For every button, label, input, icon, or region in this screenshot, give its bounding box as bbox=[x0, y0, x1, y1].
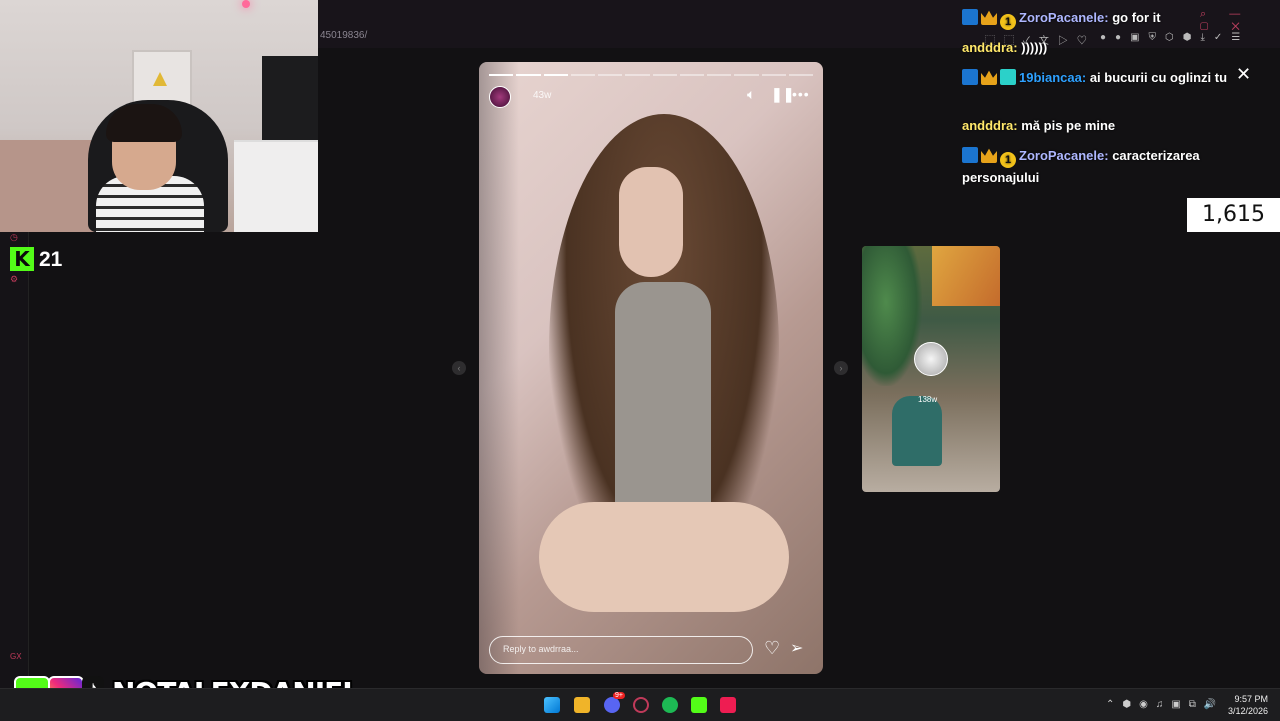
heart-icon[interactable]: ♡ bbox=[764, 638, 780, 659]
next-story-roof bbox=[932, 246, 1000, 306]
chat-badge-icon bbox=[981, 10, 997, 25]
opera-gx-sidebar bbox=[0, 232, 29, 688]
story-progress-segment bbox=[734, 74, 759, 76]
chat-badge-icon bbox=[981, 70, 997, 85]
windows-taskbar: 9+ ⌃⬢◉♫▣⧉🔊 9:57 PM 3/12/2026 bbox=[0, 688, 1280, 721]
chat-username[interactable]: andddra: bbox=[962, 118, 1021, 133]
webcam-feed bbox=[0, 0, 318, 232]
next-story-thumbnail[interactable]: 138w bbox=[862, 246, 1000, 492]
story-progress-segment bbox=[516, 74, 541, 76]
story-reply-input[interactable]: Reply to awdrraa... bbox=[489, 636, 753, 664]
tiktok-icon[interactable] bbox=[720, 697, 736, 713]
next-story-arrow[interactable]: › bbox=[834, 361, 848, 375]
gx-logo-icon[interactable]: GX bbox=[10, 652, 22, 661]
viewer-count: 1,615 bbox=[1187, 198, 1280, 232]
story-progress-segment bbox=[598, 74, 623, 76]
url-fragment: 45019836/ bbox=[320, 30, 368, 41]
chat-username[interactable]: ZoroPacanele: bbox=[1019, 148, 1112, 163]
clock-time[interactable]: 9:57 PM bbox=[1228, 694, 1268, 704]
discord-icon[interactable] bbox=[604, 697, 620, 713]
chat-badge-icon bbox=[962, 9, 978, 25]
discord-badge: 9+ bbox=[613, 692, 625, 699]
chat-badge-icon bbox=[962, 69, 978, 85]
story-progress-segment bbox=[652, 74, 677, 76]
chat-text: ai bucurii cu oglinzi tu bbox=[1089, 70, 1228, 85]
spotify-icon[interactable] bbox=[662, 697, 678, 713]
next-story-timestamp: 138w bbox=[918, 395, 938, 404]
story-progress-segment bbox=[679, 74, 704, 76]
chat-username[interactable]: ZoroPacanele: bbox=[1019, 10, 1112, 25]
story-progress-segment bbox=[543, 74, 568, 76]
story-progress-segment bbox=[788, 74, 813, 76]
chat-message: 1 ZoroPacanele: caracterizarea personajul… bbox=[962, 146, 1262, 188]
chat-message: andddra: )))))) bbox=[962, 38, 1262, 58]
pause-icon[interactable]: ❚❚ bbox=[771, 86, 794, 103]
next-story-plant bbox=[862, 246, 922, 386]
chat-badge-icon: 1 bbox=[1000, 152, 1016, 168]
story-progress-segment bbox=[570, 74, 595, 76]
story-progress-segment bbox=[489, 74, 514, 76]
ellipsis-icon[interactable]: ••• bbox=[792, 86, 810, 102]
chat-text: go for it bbox=[1112, 10, 1161, 25]
story-viewer[interactable]: 43w 🔈︎ ❚❚ ••• Reply to awdrraa... ♡ ➢ bbox=[479, 62, 823, 674]
reply-placeholder: Reply to awdrraa... bbox=[503, 644, 579, 654]
chat-message: 1 ZoroPacanele: go for it bbox=[962, 8, 1262, 30]
windows-start-icon[interactable] bbox=[544, 697, 560, 713]
streamer-hair bbox=[106, 104, 182, 142]
story-avatar[interactable] bbox=[489, 86, 511, 108]
previous-story-arrow[interactable]: ‹ bbox=[452, 361, 466, 375]
ceiling-light bbox=[242, 0, 250, 8]
story-subject-arms bbox=[539, 502, 789, 612]
story-progress-segment bbox=[707, 74, 732, 76]
next-story-avatar bbox=[914, 342, 948, 376]
file-explorer-icon[interactable] bbox=[574, 697, 590, 713]
story-shadow bbox=[479, 62, 519, 674]
chat-message: 19biancaa: ai bucurii cu oglinzi tu bbox=[962, 68, 1262, 88]
clock-date[interactable]: 3/12/2026 bbox=[1222, 706, 1268, 716]
next-story-chair bbox=[892, 396, 942, 466]
chat-badge-icon bbox=[962, 147, 978, 163]
chat-text: )))))) bbox=[1021, 40, 1048, 55]
chat-username[interactable]: andddra: bbox=[962, 40, 1021, 55]
send-icon[interactable]: ➢ bbox=[790, 638, 803, 658]
kick-logo-icon: K bbox=[10, 247, 34, 271]
story-header: 43w 🔈︎ ❚❚ ••• bbox=[489, 86, 813, 108]
story-timestamp: 43w bbox=[533, 90, 552, 101]
chat-username[interactable]: 19biancaa: bbox=[1019, 70, 1090, 85]
opera-gx-icon[interactable] bbox=[633, 697, 649, 713]
chat-message: andddra: mă pis pe mine bbox=[962, 116, 1262, 136]
story-subject-face bbox=[619, 167, 683, 277]
speaker-icon[interactable]: 🔈︎ bbox=[747, 86, 755, 103]
webcam-dresser bbox=[234, 140, 318, 232]
chat-badge-icon bbox=[981, 148, 997, 163]
story-progress-segment bbox=[625, 74, 650, 76]
chat-badge-icon bbox=[1000, 69, 1016, 85]
story-subject-top bbox=[615, 282, 711, 532]
kick-icon[interactable] bbox=[691, 697, 707, 713]
kick-follower-count: 21 bbox=[39, 248, 63, 271]
gx-history-icon[interactable]: ◷ bbox=[10, 232, 18, 243]
chat-badge-icon: 1 bbox=[1000, 14, 1016, 30]
system-tray-icons[interactable]: ⌃⬢◉♫▣⧉🔊 bbox=[1106, 699, 1224, 710]
gx-settings-icon[interactable]: ⚙ bbox=[10, 274, 18, 285]
close-icon[interactable]: ✕ bbox=[1236, 64, 1251, 85]
story-progress-segment bbox=[761, 74, 786, 76]
chat-text: mă pis pe mine bbox=[1021, 118, 1116, 133]
